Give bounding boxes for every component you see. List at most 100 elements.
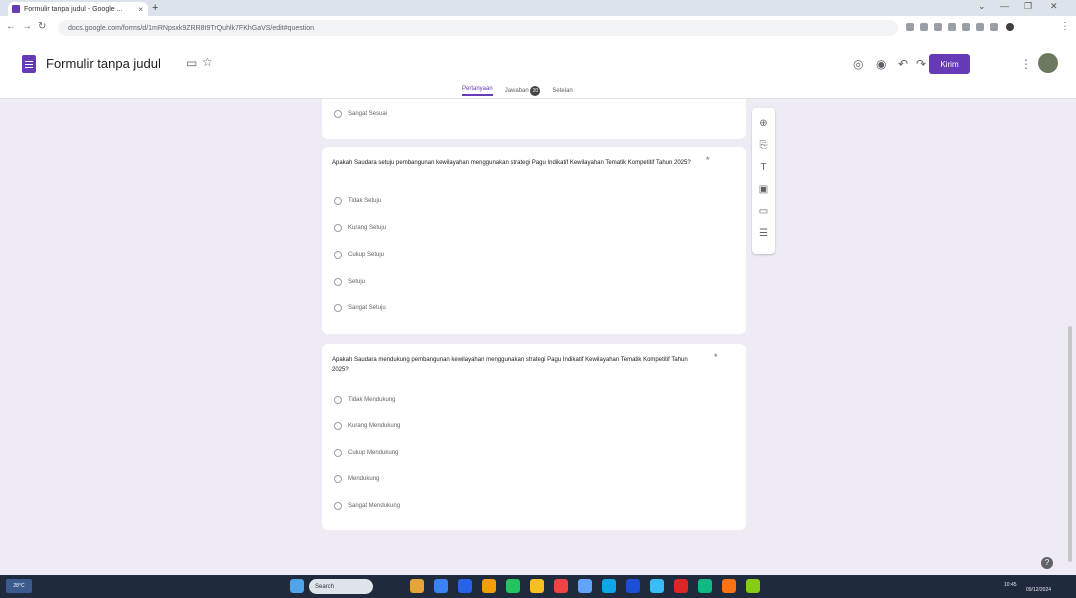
- radio-option[interactable]: Sangat Setuju: [334, 304, 386, 312]
- browser-toolbar: ← → ↻ docs.google.com/forms/d/1mRNpsxk9Z…: [0, 16, 1076, 40]
- forms-header: Formulir tanpa judul ▭ ☆ ◎ ◉ ↶ ↷ Kirim ⋮…: [0, 40, 1076, 99]
- required-asterisk-icon: *: [714, 352, 718, 362]
- app-icon[interactable]: [458, 579, 472, 593]
- profile-icon[interactable]: [1006, 23, 1014, 31]
- question-text: Apakah Saudara setuju pembangunan kewila…: [332, 160, 691, 166]
- radio-button[interactable]: [334, 224, 342, 232]
- radio-option[interactable]: Tidak Setuju: [334, 197, 381, 205]
- radio-button[interactable]: [334, 304, 342, 312]
- radio-button[interactable]: [334, 251, 342, 259]
- tab-questions[interactable]: Pertanyaan: [462, 86, 493, 96]
- app-icon[interactable]: [746, 579, 760, 593]
- palette-icon[interactable]: ◎: [853, 57, 863, 71]
- more-options-icon[interactable]: ⋮: [1020, 57, 1032, 71]
- app-icon[interactable]: [602, 579, 616, 593]
- download-icon[interactable]: [976, 23, 984, 31]
- app-icon[interactable]: [650, 579, 664, 593]
- radio-option[interactable]: Mendukung: [334, 475, 379, 483]
- question-toolbar: ⊕ ⎘ T ▣ ▭ ☰: [752, 108, 775, 254]
- undo-icon[interactable]: ↶: [898, 57, 908, 71]
- question-card[interactable]: Apakah Saudara setuju pembangunan kewila…: [322, 147, 746, 334]
- app-icon[interactable]: [578, 579, 592, 593]
- radio-button[interactable]: [334, 197, 342, 205]
- radio-button[interactable]: [334, 475, 342, 483]
- radio-button[interactable]: [334, 449, 342, 457]
- maximize-button[interactable]: ❐: [1024, 1, 1032, 12]
- sidepanel-icon[interactable]: [990, 23, 998, 31]
- extension-icon[interactable]: [934, 23, 942, 31]
- minimize-button[interactable]: —: [1000, 1, 1009, 11]
- google-forms-logo-icon[interactable]: [22, 55, 36, 73]
- radio-button[interactable]: [334, 278, 342, 286]
- new-tab-button[interactable]: +: [152, 2, 158, 14]
- app-icon[interactable]: [482, 579, 496, 593]
- responses-count-badge: 20: [530, 86, 541, 96]
- extension-icon[interactable]: [962, 23, 970, 31]
- radio-option[interactable]: Cukup Setuju: [334, 251, 384, 259]
- close-window-button[interactable]: ✕: [1050, 1, 1058, 12]
- avatar[interactable]: [1038, 53, 1058, 73]
- option-label: Cukup Mendukung: [348, 450, 399, 456]
- option-label: Setuju: [348, 279, 366, 285]
- radio-option[interactable]: Tidak Mendukung: [334, 396, 395, 404]
- option-label: Kurang Mendukung: [348, 423, 401, 429]
- clock-date[interactable]: 09/12/2024: [1026, 587, 1051, 593]
- question-text: Apakah Saudara mendukung pembangunan kew…: [332, 357, 688, 373]
- option-label: Kurang Setuju: [348, 225, 387, 231]
- form-title[interactable]: Formulir tanpa judul: [46, 56, 161, 71]
- tab-responses[interactable]: Jawaban 20: [505, 86, 541, 96]
- add-title-icon[interactable]: T: [752, 162, 775, 173]
- redo-icon[interactable]: ↷: [916, 57, 926, 71]
- app-icon[interactable]: [506, 579, 520, 593]
- add-image-icon[interactable]: ▣: [752, 184, 775, 195]
- scrollbar[interactable]: [1068, 326, 1072, 562]
- preview-icon[interactable]: ◉: [876, 57, 886, 71]
- taskbar-search[interactable]: Search: [309, 579, 373, 594]
- radio-option[interactable]: Sangat Sesuai: [334, 110, 387, 118]
- app-icon[interactable]: [698, 579, 712, 593]
- question-card[interactable]: Apakah Saudara mendukung pembangunan kew…: [322, 344, 746, 530]
- tab-settings[interactable]: Setelan: [552, 88, 572, 94]
- address-bar[interactable]: docs.google.com/forms/d/1mRNpsxk9ZRR8t9T…: [58, 20, 898, 36]
- radio-button[interactable]: [334, 422, 342, 430]
- radio-button[interactable]: [334, 396, 342, 404]
- app-icon[interactable]: [530, 579, 544, 593]
- clock-time[interactable]: 10:45: [1004, 582, 1017, 588]
- reload-icon[interactable]: ↻: [38, 21, 46, 32]
- option-label: Mendukung: [348, 476, 380, 482]
- extension-icon[interactable]: [920, 23, 928, 31]
- app-icon[interactable]: [410, 579, 424, 593]
- browser-menu-icon[interactable]: ⋮: [1060, 21, 1070, 32]
- send-button[interactable]: Kirim: [929, 54, 970, 74]
- extension-icon[interactable]: [948, 23, 956, 31]
- start-icon[interactable]: [290, 579, 304, 593]
- question-card[interactable]: Sangat Sesuai: [322, 99, 746, 139]
- tab-search-icon[interactable]: ⌄: [978, 1, 986, 12]
- radio-button[interactable]: [334, 502, 342, 510]
- app-icon[interactable]: [434, 579, 448, 593]
- radio-option[interactable]: Kurang Setuju: [334, 224, 386, 232]
- weather-widget[interactable]: 28°C: [6, 579, 32, 593]
- radio-option[interactable]: Setuju: [334, 278, 365, 286]
- extension-icon[interactable]: [906, 23, 914, 31]
- browser-tab[interactable]: Formulir tanpa judul - Google ... ×: [8, 2, 148, 16]
- radio-option[interactable]: Cukup Mendukung: [334, 449, 398, 457]
- star-icon[interactable]: ☆: [202, 55, 213, 69]
- tab-close-icon[interactable]: ×: [138, 5, 143, 14]
- add-video-icon[interactable]: ▭: [752, 206, 775, 217]
- radio-option[interactable]: Kurang Mendukung: [334, 422, 400, 430]
- radio-button[interactable]: [334, 110, 342, 118]
- back-icon[interactable]: ←: [6, 21, 16, 32]
- forward-icon[interactable]: →: [22, 21, 32, 32]
- app-icon[interactable]: [626, 579, 640, 593]
- radio-option[interactable]: Sangat Mendukung: [334, 502, 400, 510]
- folder-icon[interactable]: ▭: [186, 56, 197, 70]
- option-label: Sangat Sesuai: [348, 111, 388, 117]
- import-questions-icon[interactable]: ⎘: [752, 140, 775, 151]
- app-icon[interactable]: [722, 579, 736, 593]
- app-icon[interactable]: [674, 579, 688, 593]
- app-icon[interactable]: [554, 579, 568, 593]
- help-icon[interactable]: ?: [1041, 557, 1053, 569]
- add-section-icon[interactable]: ☰: [752, 228, 775, 239]
- add-question-icon[interactable]: ⊕: [752, 118, 775, 129]
